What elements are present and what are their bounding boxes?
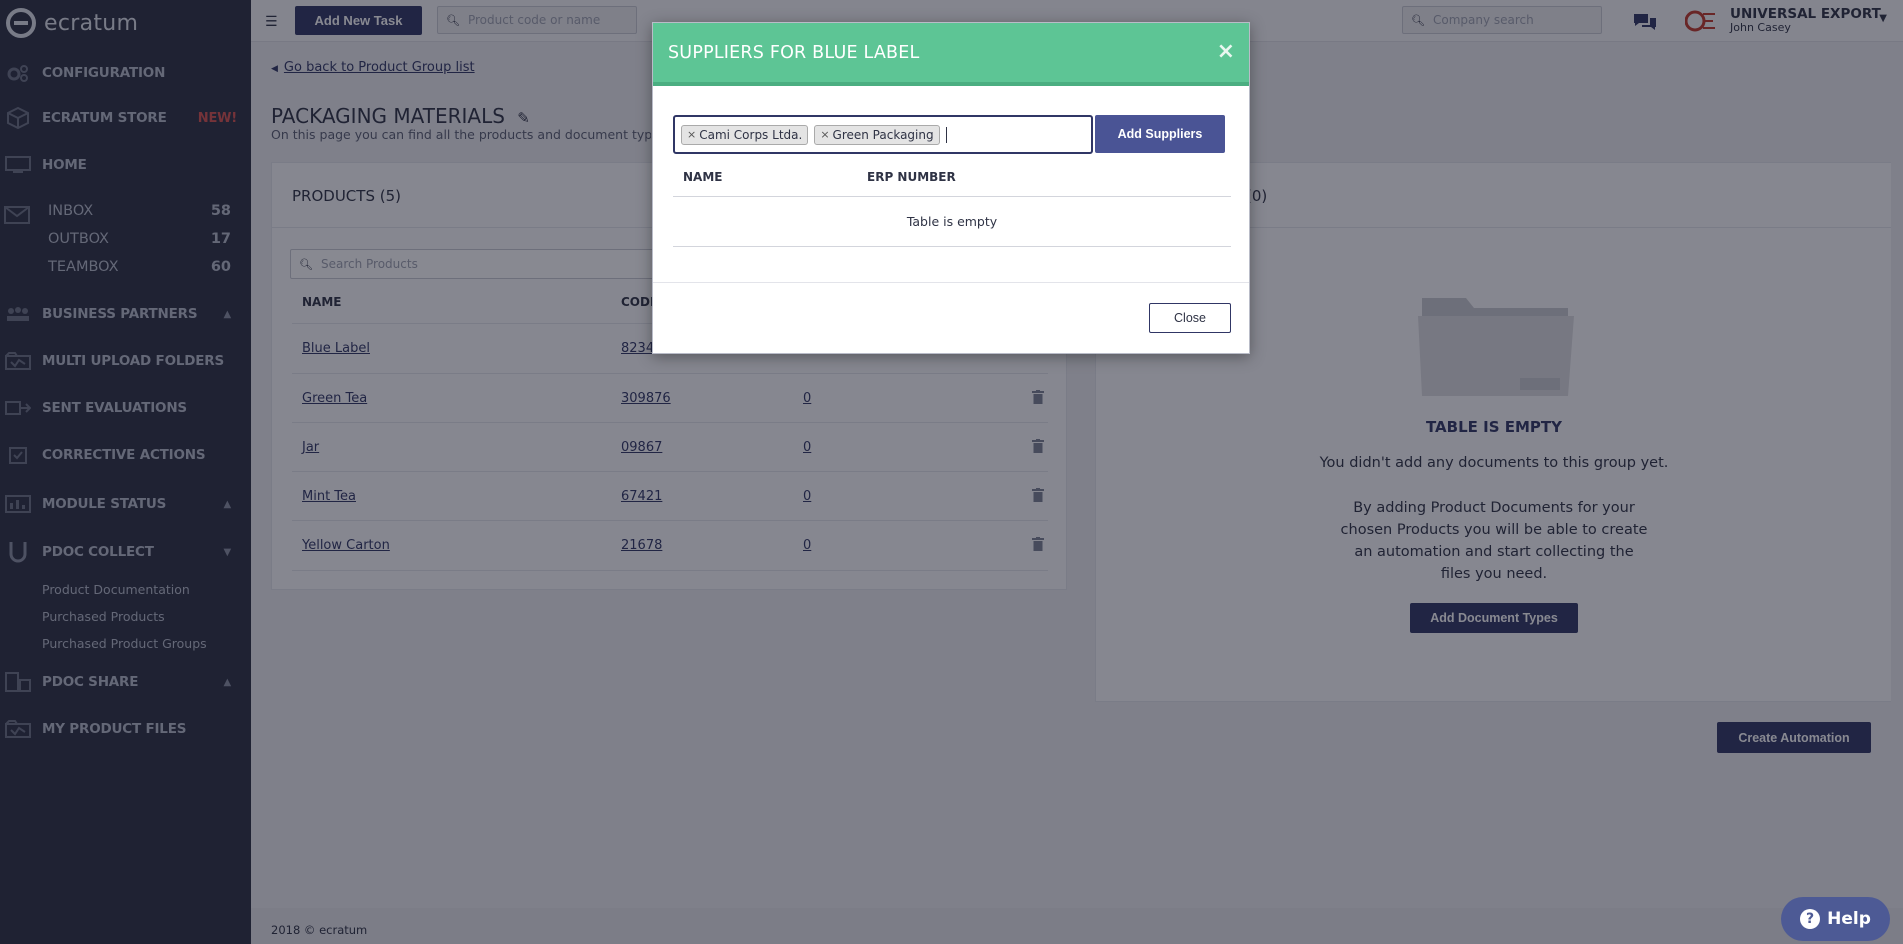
- supplier-chip: × Green Packaging: [814, 124, 940, 145]
- chip-label: Green Packaging: [832, 127, 934, 142]
- close-button[interactable]: Close: [1149, 303, 1231, 333]
- text-caret: [945, 126, 947, 143]
- remove-chip-icon[interactable]: ×: [820, 128, 829, 141]
- remove-chip-icon[interactable]: ×: [687, 128, 696, 141]
- help-label: Help: [1827, 909, 1871, 929]
- divider: [673, 246, 1231, 247]
- question-icon: ?: [1800, 909, 1821, 929]
- supplier-chip: × Cami Corps Ltda.: [681, 124, 809, 145]
- modal-header: SUPPLIERS FOR BLUE LABEL ×: [653, 23, 1249, 86]
- divider: [653, 282, 1249, 283]
- supplier-tag-input[interactable]: × Cami Corps Ltda. × Green Packaging: [673, 115, 1093, 154]
- table-empty-text: Table is empty: [906, 214, 998, 229]
- modal-title: SUPPLIERS FOR BLUE LABEL: [668, 43, 920, 63]
- column-header-erp-number: ERP NUMBER: [867, 170, 956, 184]
- close-icon[interactable]: ×: [1217, 39, 1235, 64]
- column-header-name: NAME: [683, 170, 723, 184]
- help-button[interactable]: ? Help: [1781, 897, 1890, 941]
- divider: [673, 196, 1231, 197]
- add-suppliers-button[interactable]: Add Suppliers: [1095, 115, 1225, 153]
- suppliers-modal: SUPPLIERS FOR BLUE LABEL × × Cami Corps …: [652, 22, 1250, 354]
- chip-label: Cami Corps Ltda.: [699, 127, 803, 142]
